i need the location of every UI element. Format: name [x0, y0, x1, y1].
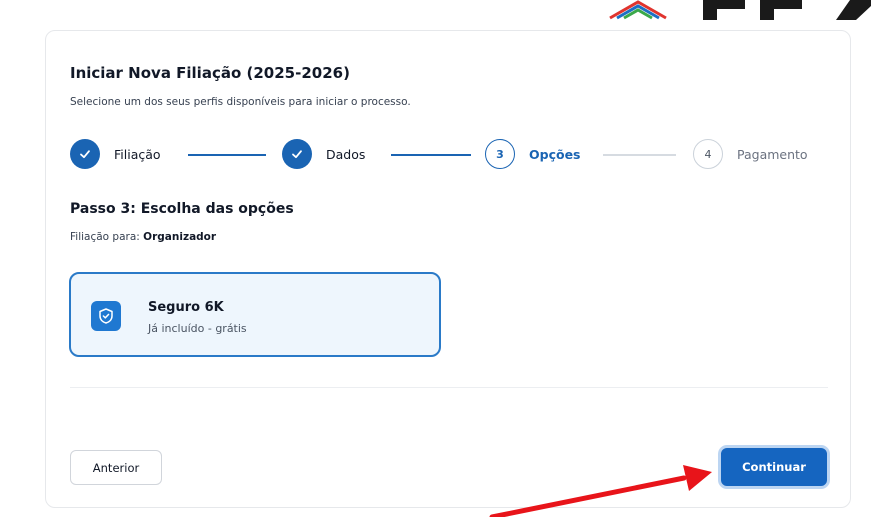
profile-line: Filiação para: Organizador — [70, 231, 216, 243]
continue-button[interactable]: Continuar — [718, 445, 830, 489]
check-icon — [70, 139, 100, 169]
divider — [70, 387, 828, 388]
stepper-connector-3 — [603, 154, 676, 156]
option-card-seguro[interactable]: Seguro 6K Já incluído - grátis — [69, 272, 441, 357]
step-label: Filiação — [114, 146, 161, 162]
previous-button[interactable]: Anterior — [70, 450, 162, 485]
step-pagamento: 4 Pagamento — [693, 138, 808, 170]
option-subtitle: Já incluído - grátis — [148, 322, 247, 335]
page-subtitle: Selecione um dos seus perfis disponíveis… — [70, 96, 411, 108]
step-heading: Passo 3: Escolha das opções — [70, 201, 294, 217]
step-dados: Dados — [282, 138, 365, 170]
step-label: Opções — [529, 146, 581, 162]
stepper-connector-1 — [188, 154, 266, 156]
page-title: Iniciar Nova Filiação (2025-2026) — [70, 64, 350, 82]
check-icon — [282, 139, 312, 169]
step-filiacao: Filiação — [70, 138, 161, 170]
affiliation-card: Iniciar Nova Filiação (2025-2026) Seleci… — [45, 30, 851, 508]
step-label: Dados — [326, 146, 366, 162]
step-label: Pagamento — [737, 146, 808, 162]
stepper: Filiação Dados 3 Opções 4 Pagamento — [70, 138, 830, 170]
option-title: Seguro 6K — [148, 300, 224, 315]
profile-prefix: Filiação para: — [70, 231, 144, 243]
brand-logo — [609, 0, 871, 20]
step-opcoes: 3 Opções — [485, 138, 581, 170]
shield-check-icon — [91, 301, 121, 331]
step-number: 4 — [693, 139, 723, 169]
stepper-connector-2 — [391, 154, 471, 156]
profile-name: Organizador — [143, 231, 217, 243]
step-number: 3 — [485, 139, 515, 169]
